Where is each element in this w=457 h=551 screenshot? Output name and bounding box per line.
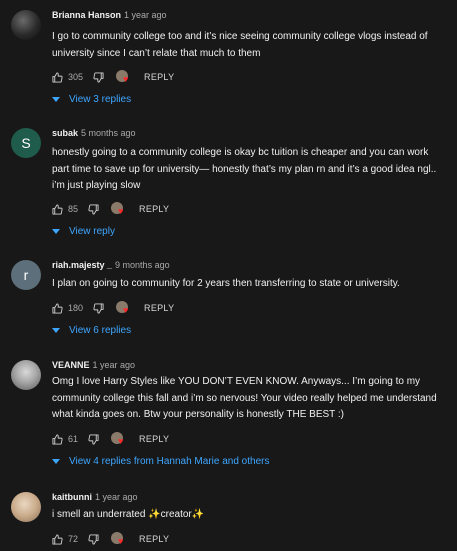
avatar[interactable] [11,10,41,40]
view-replies-label: View 3 replies [69,94,132,105]
comment-header: Brianna Hanson 1 year ago [52,10,167,20]
comment-text: honestly going to a community college is… [52,147,437,191]
thumbs-up-icon[interactable] [52,71,63,83]
author-name[interactable]: subak [52,128,78,138]
reply-button[interactable]: REPLY [139,534,169,544]
reply-button[interactable]: REPLY [139,434,169,444]
creator-heart-icon: ♥ [116,70,133,84]
creator-heart-icon: ♥ [116,301,133,315]
comment-actions: 61 ♥ REPLY [52,432,169,446]
chevron-down-icon [52,96,60,103]
view-replies-button[interactable]: View reply [52,226,115,237]
thumbs-up-icon[interactable] [52,302,63,314]
thumbs-down-icon[interactable] [93,71,104,83]
avatar[interactable] [11,492,41,522]
view-replies-label: View reply [69,226,115,237]
author-name[interactable]: Brianna Hanson [52,10,121,20]
comment-time[interactable]: 5 months ago [81,128,136,138]
avatar[interactable]: S [11,128,41,158]
view-replies-label: View 6 replies [69,325,132,336]
thumbs-down-icon[interactable] [93,302,104,314]
view-replies-button[interactable]: View 6 replies [52,325,131,336]
chevron-down-icon [52,228,60,235]
view-replies-label: View 4 replies from Hannah Marie and oth… [69,456,270,467]
thumbs-up-icon[interactable] [52,433,63,445]
author-name[interactable]: kaitbunni [52,492,92,502]
comment-header: kaitbunni 1 year ago [52,492,138,502]
comment-text: i smell an underrated ✨creator✨ [52,509,205,520]
comment-text: Omg I love Harry Styles like YOU DON’T E… [52,376,437,420]
reply-button[interactable]: REPLY [144,72,174,82]
comment-time[interactable]: 9 months ago [115,260,170,270]
comment-header: VEANNE 1 year ago [52,360,135,370]
comment-actions: 180 ♥ REPLY [52,301,174,315]
reply-button[interactable]: REPLY [144,303,174,313]
comment-time[interactable]: 1 year ago [95,492,138,502]
view-replies-button[interactable]: View 4 replies from Hannah Marie and oth… [52,456,269,467]
author-name[interactable]: riah.majesty _ [52,260,112,270]
comment-header: riah.majesty _ 9 months ago [52,260,170,270]
like-count: 61 [68,434,79,444]
author-name[interactable]: VEANNE [52,360,90,370]
chevron-down-icon [52,458,60,465]
comment-time[interactable]: 1 year ago [124,10,167,20]
view-replies-button[interactable]: View 3 replies [52,94,131,105]
thumbs-up-icon[interactable] [52,533,63,545]
comment-text: I plan on going to community for 2 years… [52,278,400,289]
thumbs-up-icon[interactable] [52,203,63,215]
like-count: 72 [68,534,79,544]
thumbs-down-icon[interactable] [88,533,99,545]
comment-time[interactable]: 1 year ago [93,360,136,370]
thumbs-down-icon[interactable] [88,433,99,445]
creator-heart-icon: ♥ [111,202,128,216]
creator-heart-icon: ♥ [111,432,128,446]
comment-actions: 72 ♥ REPLY [52,532,169,546]
comment-header: subak 5 months ago [52,128,136,138]
like-count: 85 [68,204,79,214]
comment-text: I go to community college too and it’s n… [52,31,428,59]
comment-actions: 85 ♥ REPLY [52,202,169,216]
avatar[interactable]: r [11,260,41,290]
creator-heart-icon: ♥ [111,532,128,546]
like-count: 305 [68,72,84,82]
like-count: 180 [68,303,84,313]
avatar[interactable] [11,360,41,390]
reply-button[interactable]: REPLY [139,204,169,214]
comment-actions: 305 ♥ REPLY [52,70,174,84]
chevron-down-icon [52,327,60,334]
thumbs-down-icon[interactable] [88,203,99,215]
